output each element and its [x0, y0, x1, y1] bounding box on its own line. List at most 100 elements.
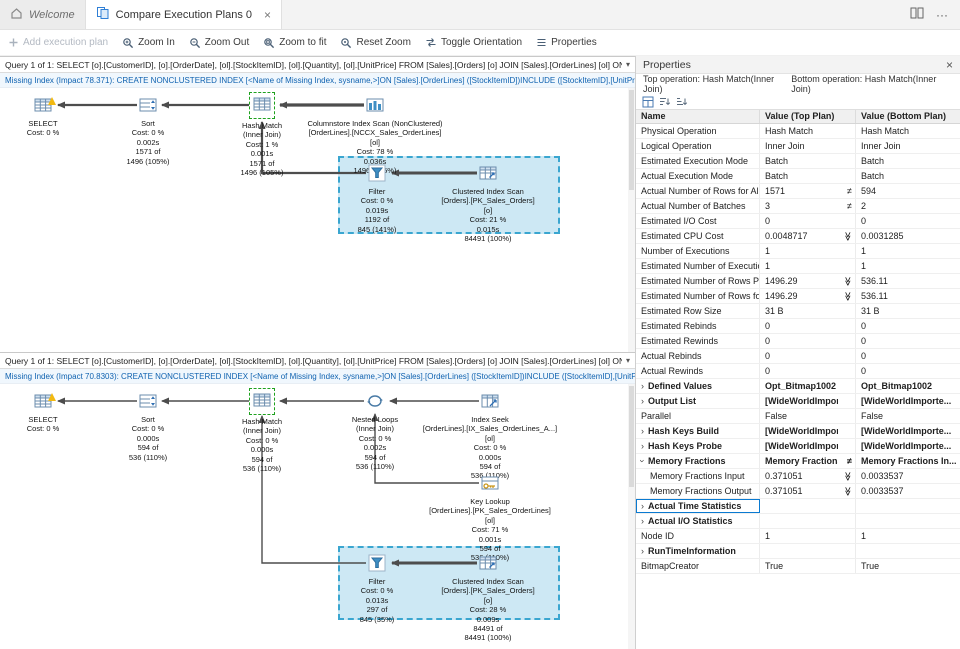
zoom-to-fit-button[interactable]: Zoom to fit — [263, 37, 326, 49]
node-sort[interactable]: Sort Cost: 0 % 0.000s 594 of 536 (110%) — [113, 392, 183, 462]
property-row[interactable]: ›Actual I/O Statistics — [636, 514, 960, 529]
filter-icon — [368, 164, 386, 182]
tab-close-icon[interactable]: × — [264, 8, 271, 22]
comparison-icon — [838, 259, 856, 273]
selected-operator-outline — [249, 388, 275, 415]
node-label: Hash Match (Inner Join) Cost: 1 % 0.001s… — [212, 121, 312, 177]
comparison-icon: ≠ — [838, 184, 856, 198]
chevron-right-icon[interactable]: › — [641, 516, 644, 526]
chevron-down-icon[interactable]: ▾ — [622, 356, 630, 365]
property-row[interactable]: Estimated Number of Executions11 — [636, 259, 960, 274]
vertical-scrollbar[interactable] — [628, 88, 635, 352]
node-hash-match[interactable]: Hash Match (Inner Join) Cost: 0 % 0.000s… — [212, 388, 312, 473]
top-plan-canvas[interactable]: SELECT Cost: 0 % Sort Cost: 0 % 0.002s 1… — [0, 88, 635, 352]
node-label: Filter Cost: 0 % 0.013s 297 of 845 (35%) — [342, 577, 412, 624]
property-row[interactable]: Actual Execution ModeBatchBatch — [636, 169, 960, 184]
property-row[interactable]: ›Hash Keys Probe[WideWorldImporters]...[… — [636, 439, 960, 454]
scrollbar-thumb[interactable] — [629, 90, 634, 190]
property-name: Memory Fractions Output — [636, 484, 760, 498]
add-execution-plan-button[interactable]: Add execution plan — [8, 37, 108, 48]
node-key-lookup[interactable]: Key Lookup [OrderLines].[PK_Sales_OrderL… — [415, 474, 565, 563]
chevron-right-icon[interactable]: › — [641, 441, 644, 451]
bottom-query-bar[interactable]: Query 1 of 1: SELECT [o].[CustomerID], [… — [0, 352, 635, 369]
node-select[interactable]: SELECT Cost: 0 % — [8, 392, 78, 434]
node-clustered-index-scan[interactable]: Clustered Index Scan [Orders].[PK_Sales_… — [413, 164, 563, 243]
chevron-right-icon[interactable]: › — [641, 501, 644, 511]
tab-compare-execution-plans[interactable]: Compare Execution Plans 0 × — [86, 0, 282, 29]
node-select[interactable]: SELECT Cost: 0 % — [8, 96, 78, 138]
node-clustered-index-scan[interactable]: Clustered Index Scan [Orders].[PK_Sales_… — [413, 554, 563, 643]
zoom-out-button[interactable]: Zoom Out — [189, 37, 249, 49]
chevron-right-icon[interactable]: › — [641, 426, 644, 436]
close-icon[interactable]: × — [946, 58, 953, 72]
property-row[interactable]: Memory Fractions Input0.371051≫0.0033537 — [636, 469, 960, 484]
property-row[interactable]: ›Defined ValuesOpt_Bitmap1002Opt_Bitmap1… — [636, 379, 960, 394]
property-value-top: [WideWorldImporters]... — [760, 424, 838, 438]
property-value-bottom: Memory Fractions In... — [856, 454, 960, 468]
chevron-right-icon[interactable]: › — [641, 381, 644, 391]
reset-zoom-button[interactable]: Reset Zoom — [340, 37, 410, 49]
chevron-right-icon[interactable]: › — [641, 396, 644, 406]
property-row[interactable]: Actual Rebinds00 — [636, 349, 960, 364]
property-row[interactable]: Actual Number of Rows for All Ex...1571≠… — [636, 184, 960, 199]
property-row[interactable]: Estimated Row Size31 B31 B — [636, 304, 960, 319]
property-row[interactable]: ›Actual Time Statistics — [636, 499, 960, 514]
property-row[interactable]: Estimated I/O Cost00 — [636, 214, 960, 229]
property-value-bottom: 2 — [856, 199, 960, 213]
property-row[interactable]: BitmapCreatorTrueTrue — [636, 559, 960, 574]
property-row[interactable]: Estimated CPU Cost0.0048717≫0.0031285 — [636, 229, 960, 244]
property-name: Estimated Rewinds — [636, 334, 760, 348]
property-row[interactable]: Estimated Execution ModeBatchBatch — [636, 154, 960, 169]
property-row[interactable]: Estimated Rewinds00 — [636, 334, 960, 349]
node-index-seek[interactable]: Index Seek [OrderLines].[IX_Sales_OrderL… — [415, 392, 565, 481]
node-filter[interactable]: Filter Cost: 0 % 0.013s 297 of 845 (35%) — [342, 554, 412, 624]
scrollbar-thumb[interactable] — [629, 386, 634, 487]
property-row[interactable]: Memory Fractions Output0.371051≫0.003353… — [636, 484, 960, 499]
property-row[interactable]: Logical OperationInner JoinInner Join — [636, 139, 960, 154]
vertical-scrollbar[interactable] — [628, 384, 635, 649]
chevron-right-icon[interactable]: › — [641, 546, 644, 556]
property-value-top: 0.371051 — [760, 469, 838, 483]
property-row[interactable]: Estimated Number of Rows for All...1496.… — [636, 289, 960, 304]
property-row[interactable]: ›Memory FractionsMemory Fractions Inpu..… — [636, 454, 960, 469]
sort-descending-icon[interactable] — [676, 96, 688, 108]
property-row[interactable]: ›Output List[WideWorldImporters]...[Wide… — [636, 394, 960, 409]
property-row[interactable]: Estimated Number of Rows Per Ex...1496.2… — [636, 274, 960, 289]
sort-icon — [139, 96, 157, 114]
bottom-missing-index-bar[interactable]: Missing Index (Impact 70.8303): CREATE N… — [0, 369, 635, 384]
property-row[interactable]: Physical OperationHash MatchHash Match — [636, 124, 960, 139]
node-filter[interactable]: Filter Cost: 0 % 0.019s 1192 of 845 (141… — [342, 164, 412, 234]
top-query-bar[interactable]: Query 1 of 1: SELECT [o].[CustomerID], [… — [0, 56, 635, 73]
property-row[interactable]: Estimated Rebinds00 — [636, 319, 960, 334]
split-editor-icon[interactable] — [910, 7, 924, 22]
property-row[interactable]: ›RunTimeInformation — [636, 544, 960, 559]
comparison-icon: ≠ — [838, 199, 856, 213]
chevron-down-icon[interactable]: › — [638, 460, 648, 463]
property-row[interactable]: ParallelFalseFalse — [636, 409, 960, 424]
property-value-top: Opt_Bitmap1002 — [760, 379, 838, 393]
property-row[interactable]: Actual Rewinds00 — [636, 364, 960, 379]
chevron-down-icon[interactable]: ▾ — [622, 60, 630, 69]
node-label: Index Seek [OrderLines].[IX_Sales_OrderL… — [415, 415, 565, 481]
property-row[interactable]: Number of Executions11 — [636, 244, 960, 259]
compare-plans-icon — [96, 6, 110, 23]
properties-button[interactable]: Properties — [536, 37, 597, 48]
property-value-bottom: [WideWorldImporte... — [856, 424, 960, 438]
toggle-orientation-button[interactable]: Toggle Orientation — [425, 37, 522, 48]
property-value-bottom: 0.0033537 — [856, 484, 960, 498]
category-view-icon[interactable] — [642, 96, 654, 108]
property-value-bottom: 0 — [856, 319, 960, 333]
node-hash-match[interactable]: Hash Match (Inner Join) Cost: 1 % 0.001s… — [212, 92, 312, 177]
more-actions-icon[interactable]: ··· — [936, 8, 948, 22]
tab-welcome[interactable]: Welcome — [0, 0, 86, 29]
top-missing-index-bar[interactable]: Missing Index (Impact 78.371): CREATE NO… — [0, 73, 635, 88]
bottom-plan-canvas[interactable]: SELECT Cost: 0 % Sort Cost: 0 % 0.000s 5… — [0, 384, 635, 649]
sort-ascending-icon[interactable] — [659, 96, 671, 108]
property-row[interactable]: ›Hash Keys Build[WideWorldImporters]...[… — [636, 424, 960, 439]
node-nested-loops[interactable]: Nested Loops (Inner Join) Cost: 0 % 0.00… — [340, 392, 410, 471]
plus-icon — [8, 37, 19, 48]
node-sort[interactable]: Sort Cost: 0 % 0.002s 1571 of 1496 (105%… — [113, 96, 183, 166]
property-row[interactable]: Actual Number of Batches3≠2 — [636, 199, 960, 214]
property-row[interactable]: Node ID11 — [636, 529, 960, 544]
zoom-in-button[interactable]: Zoom In — [122, 37, 175, 49]
